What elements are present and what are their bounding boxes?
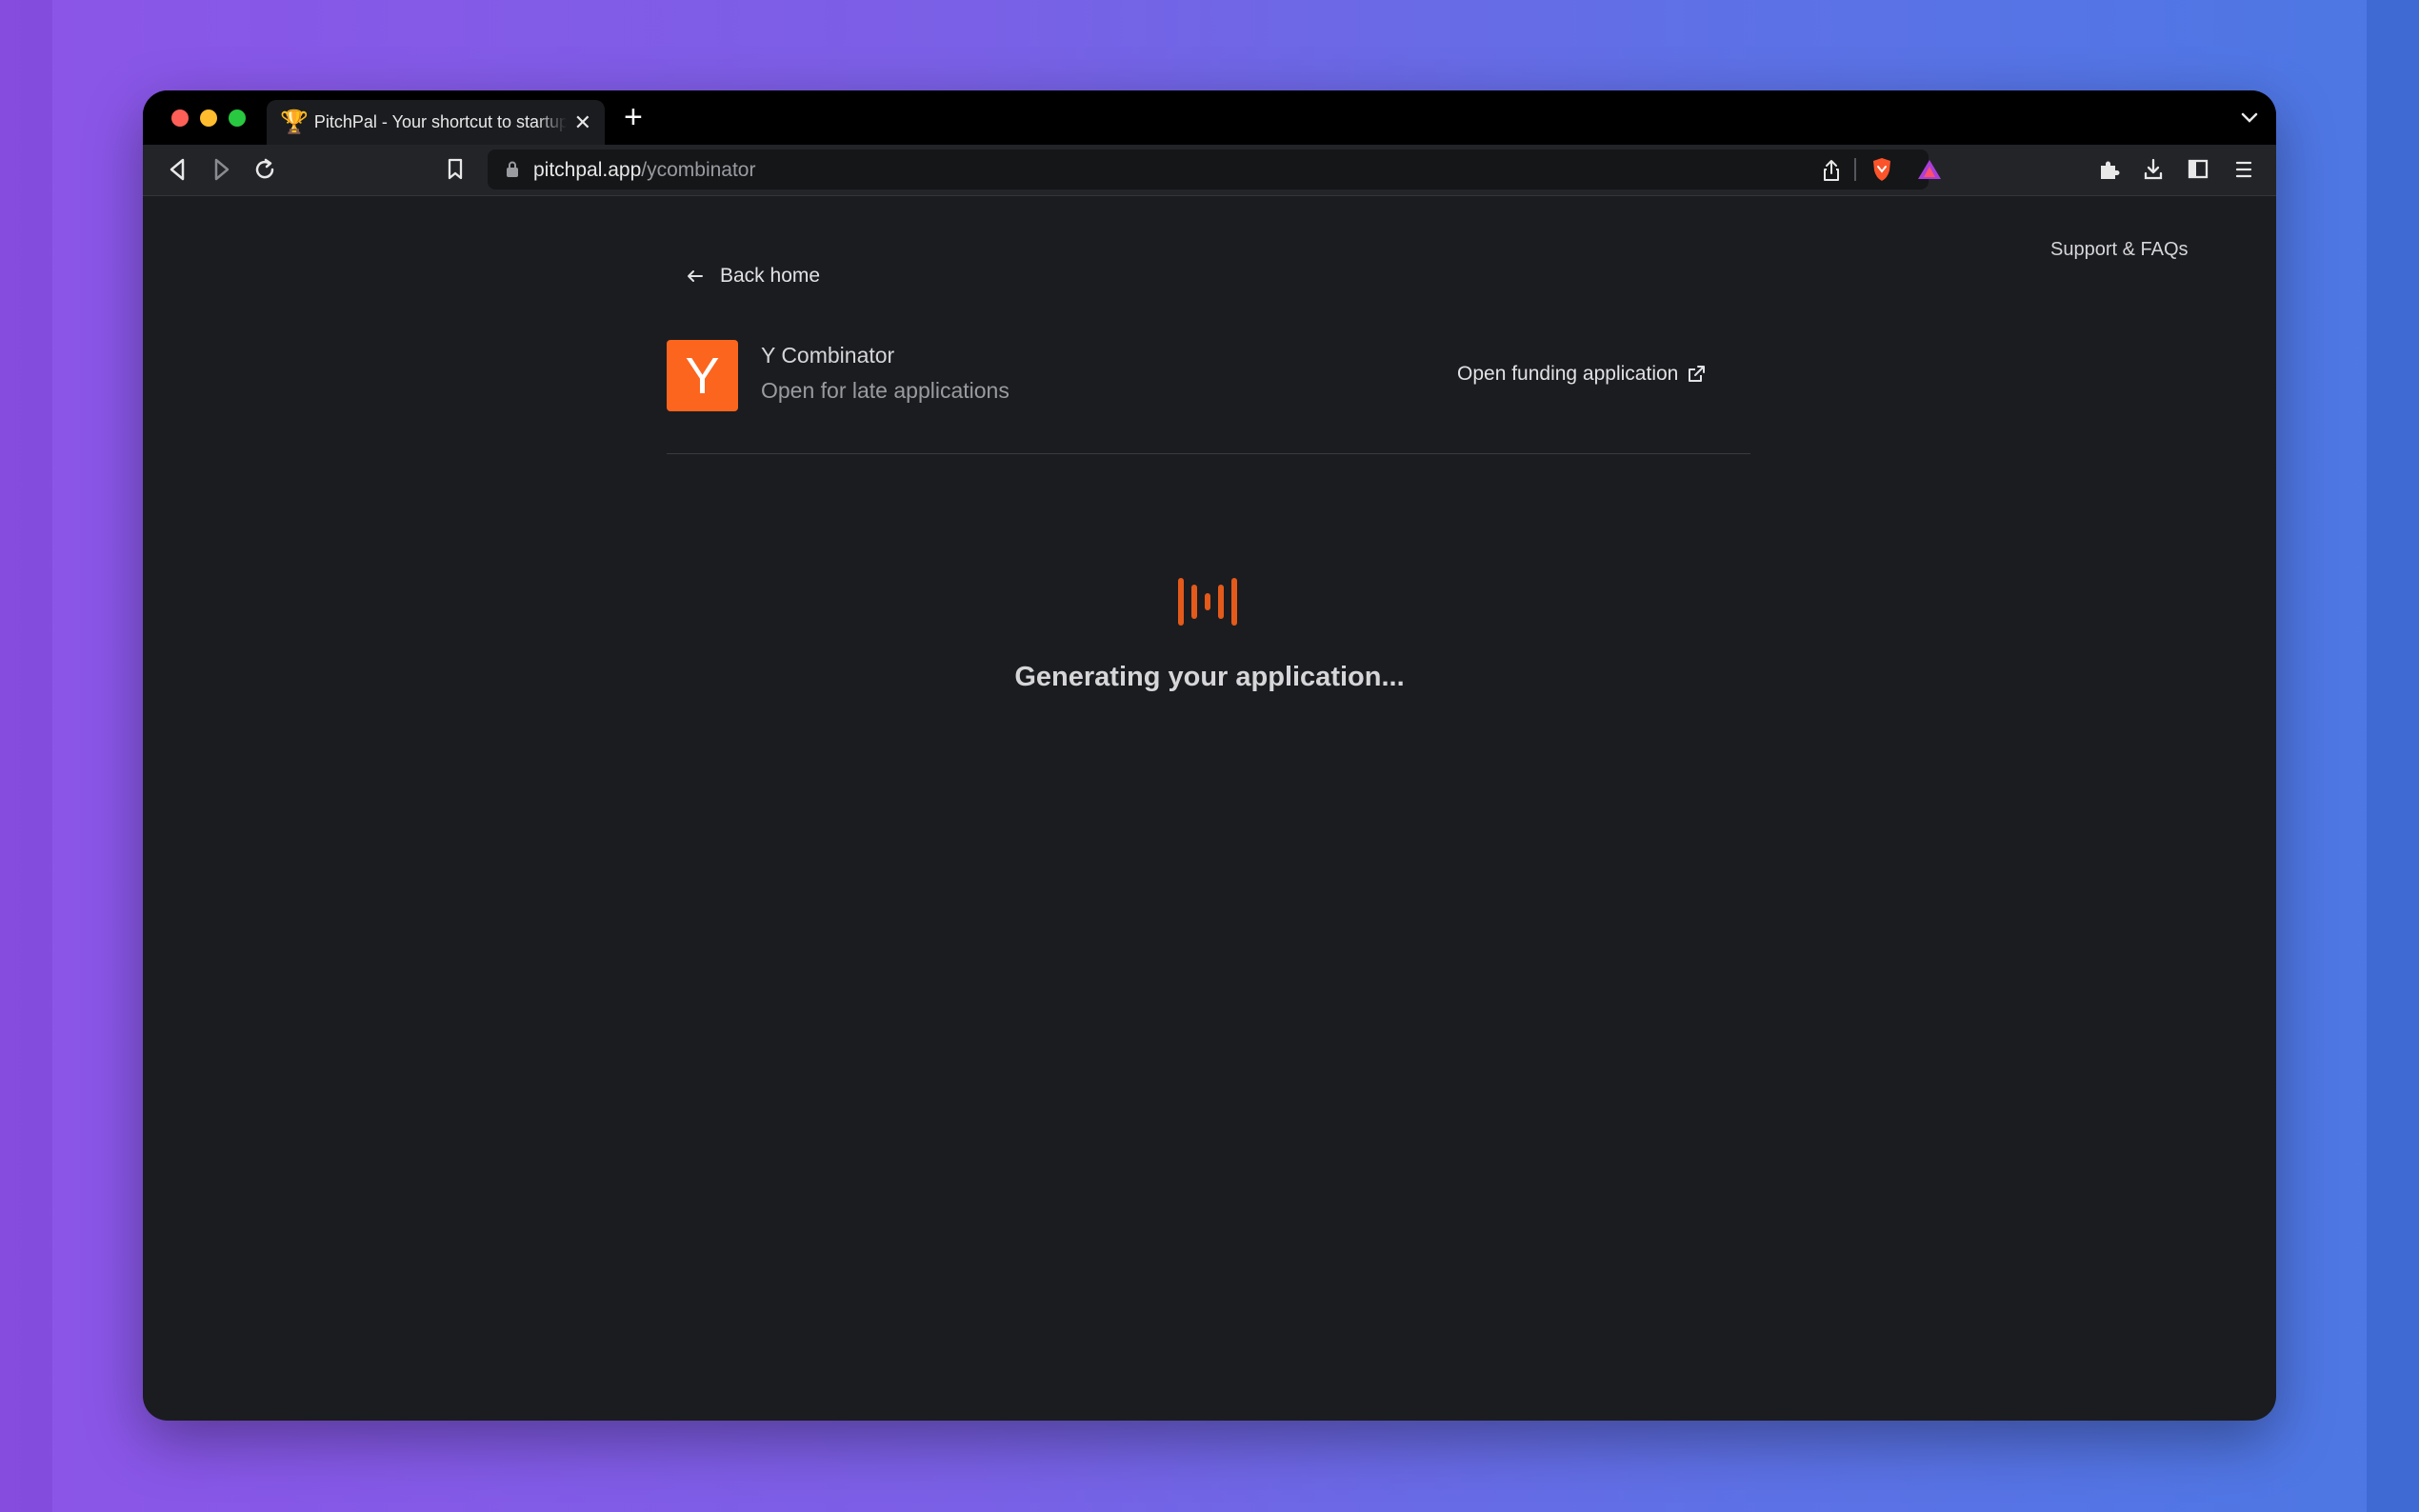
loading-bars-icon [1178, 578, 1237, 626]
organization-name: Y Combinator [761, 343, 895, 368]
url-text: pitchpal.app/ycombinator [533, 159, 755, 182]
tab-bar: 🏆 PitchPal - Your shortcut to startup fu… [143, 90, 2276, 145]
application-status: Open for late applications [761, 378, 1010, 403]
extensions-icon[interactable] [2097, 157, 2122, 182]
url-path: /ycombinator [641, 159, 756, 181]
bookmark-icon[interactable] [446, 157, 465, 182]
close-window-button[interactable] [171, 109, 189, 127]
tab-title: PitchPal - Your shortcut to startup fund… [313, 112, 567, 131]
chevron-down-icon[interactable] [2240, 111, 2259, 125]
funding-link-label: Open funding application [1457, 363, 1679, 385]
open-funding-application-link[interactable]: Open funding application [1457, 363, 1707, 386]
forward-arrow-icon[interactable] [211, 157, 232, 182]
lock-icon[interactable] [505, 160, 520, 179]
y-combinator-logo: Y [667, 340, 738, 411]
browser-window: 🏆 PitchPal - Your shortcut to startup fu… [143, 90, 2276, 1421]
arrow-left-icon [688, 270, 703, 282]
brave-rewards-icon[interactable] [1916, 157, 1943, 182]
trophy-icon: 🏆 [280, 109, 309, 135]
menu-icon[interactable] [2233, 157, 2254, 182]
back-home-label: Back home [720, 265, 821, 287]
brave-shields-icon[interactable] [1869, 156, 1894, 183]
share-icon[interactable] [1821, 158, 1842, 183]
close-tab-icon[interactable]: ✕ [574, 110, 591, 135]
url-domain: pitchpal.app [533, 159, 642, 181]
download-icon[interactable] [2142, 157, 2165, 182]
back-home-link[interactable]: Back home [686, 265, 820, 288]
address-bar-divider [1854, 158, 1856, 181]
address-bar[interactable]: pitchpal.app/ycombinator [488, 149, 1941, 189]
header-divider [667, 453, 1750, 454]
new-tab-button[interactable]: + [624, 99, 643, 136]
sidebar-toggle-icon[interactable] [2187, 157, 2209, 182]
generating-status-text: Generating your application... [1014, 662, 1405, 692]
support-faqs-link[interactable]: Support & FAQs [2050, 239, 2189, 261]
desktop-edge-left [0, 0, 52, 1512]
external-link-icon [1689, 366, 1706, 382]
back-arrow-icon[interactable] [167, 157, 188, 182]
desktop-edge-right [2367, 0, 2419, 1512]
reload-icon[interactable] [252, 157, 277, 182]
browser-tab[interactable]: 🏆 PitchPal - Your shortcut to startup fu… [267, 100, 605, 145]
minimize-window-button[interactable] [200, 109, 217, 127]
browser-toolbar: pitchpal.app/ycombinator [143, 145, 2276, 196]
zoom-window-button[interactable] [229, 109, 246, 127]
